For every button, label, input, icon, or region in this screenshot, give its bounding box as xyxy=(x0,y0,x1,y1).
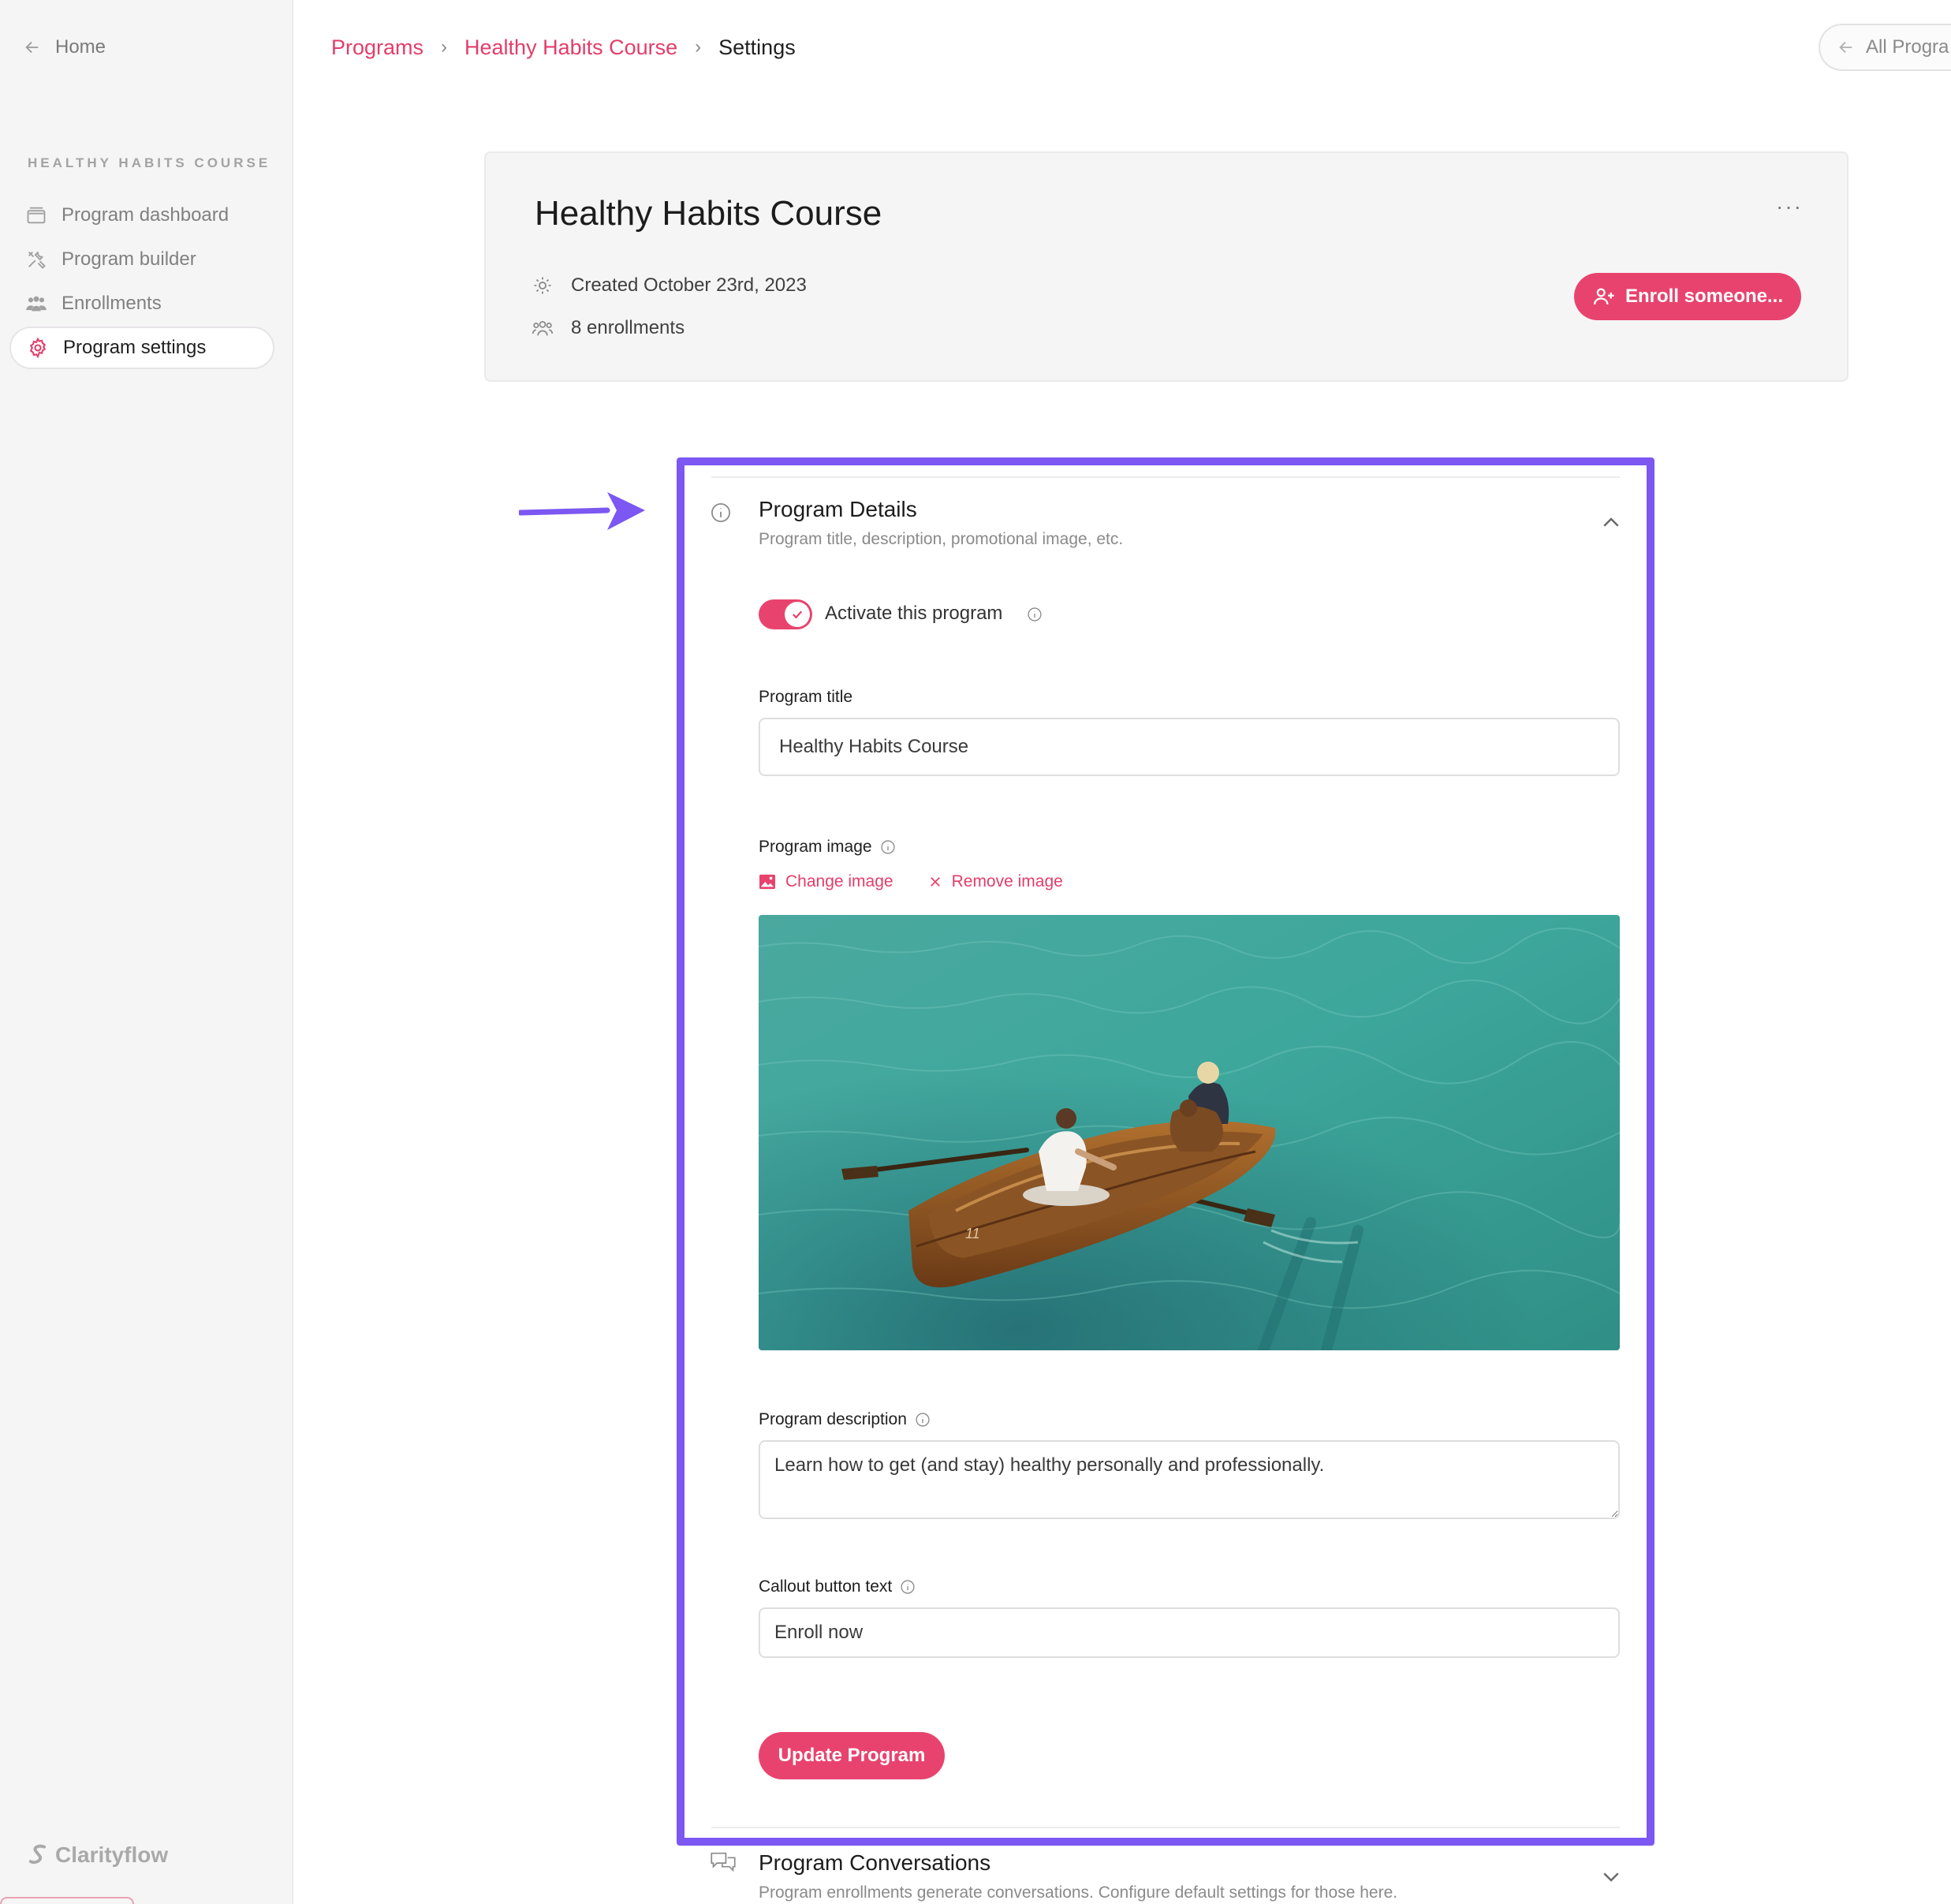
section-divider xyxy=(711,1827,1620,1828)
program-conversations-subtitle: Program enrollments generate conversatio… xyxy=(759,1883,1398,1902)
program-title-label: Program title xyxy=(759,688,852,707)
home-label: Home xyxy=(55,36,106,58)
enrollment-count: 8 enrollments xyxy=(532,317,685,339)
dashboard-icon xyxy=(27,207,46,224)
clarityflow-logo-icon xyxy=(28,1844,47,1865)
sidebar-nav: Program dashboard Program builder Enroll… xyxy=(9,194,274,371)
users-icon xyxy=(532,320,554,336)
breadcrumb: Programs › Healthy Habits Course › Setti… xyxy=(331,30,796,65)
sidebar-item-label: Program settings xyxy=(63,337,207,358)
all-programs-button[interactable]: All Progra xyxy=(1819,24,1951,71)
more-options-button[interactable]: ··· xyxy=(1776,194,1803,219)
sidebar-item-label: Enrollments xyxy=(62,293,162,314)
chevron-up-icon[interactable] xyxy=(1599,511,1623,535)
program-title-input[interactable] xyxy=(759,718,1620,776)
clarityflow-logo[interactable]: Clarityflow xyxy=(27,1842,168,1868)
info-icon[interactable] xyxy=(1027,607,1043,622)
toggle-knob xyxy=(785,602,810,627)
tools-icon xyxy=(28,252,46,269)
chat-bubbles-icon xyxy=(711,1852,736,1872)
update-program-button[interactable]: Update Program xyxy=(759,1732,945,1779)
breadcrumb-course[interactable]: Healthy Habits Course xyxy=(464,35,677,60)
program-details-subtitle: Program title, description, promotional … xyxy=(759,530,1124,548)
arrow-left-icon xyxy=(25,41,39,54)
program-description-label-text: Program description xyxy=(759,1410,907,1428)
sidebar-section-label: HEALTHY HABITS COURSE xyxy=(28,155,271,170)
remove-image-label: Remove image xyxy=(951,872,1063,890)
sidebar-item-label: Program builder xyxy=(62,248,196,270)
section-divider xyxy=(711,476,1620,478)
program-conversations-title: Program Conversations xyxy=(759,1850,991,1875)
arrow-left-icon xyxy=(1839,41,1852,54)
program-image-label-text: Program image xyxy=(759,838,872,856)
program-image-label: Program image xyxy=(759,838,896,857)
sun-icon xyxy=(534,277,551,294)
program-title: Healthy Habits Course xyxy=(535,194,882,233)
created-date: Created October 23rd, 2023 xyxy=(532,274,807,297)
image-icon xyxy=(759,874,775,890)
home-link[interactable]: Home xyxy=(24,32,106,63)
program-description-label: Program description xyxy=(759,1410,931,1429)
created-date-text: Created October 23rd, 2023 xyxy=(571,274,807,296)
check-icon xyxy=(792,610,803,619)
change-image-button[interactable]: Change image xyxy=(759,872,893,891)
info-icon[interactable] xyxy=(915,1412,931,1428)
callout-label-text: Callout button text xyxy=(759,1577,893,1596)
info-icon[interactable] xyxy=(880,839,896,855)
program-summary-card: Healthy Habits Course ··· Created Octobe… xyxy=(484,151,1848,382)
sidebar-item-label: Program dashboard xyxy=(62,204,229,226)
close-icon xyxy=(930,877,940,887)
info-icon[interactable] xyxy=(900,1579,916,1595)
sidebar-item-enrollments[interactable]: Enrollments xyxy=(9,282,274,325)
sidebar-item-program-settings[interactable]: Program settings xyxy=(9,327,274,369)
breadcrumb-separator: › xyxy=(695,36,702,58)
image-actions: Change image Remove image xyxy=(759,872,1063,891)
enrollment-count-text: 8 enrollments xyxy=(571,317,685,338)
user-plus-icon xyxy=(1593,288,1614,305)
info-icon xyxy=(711,503,730,522)
sidebar-item-program-dashboard[interactable]: Program dashboard xyxy=(9,194,274,237)
brand-name: Clarityflow xyxy=(55,1842,169,1867)
callout-button-text-input[interactable] xyxy=(759,1607,1620,1658)
sidebar-bottom-button-edge[interactable] xyxy=(0,1897,134,1904)
program-title-label-text: Program title xyxy=(759,688,853,706)
sidebar-item-program-builder[interactable]: Program builder xyxy=(9,238,274,281)
breadcrumb-current: Settings xyxy=(718,35,796,59)
users-icon xyxy=(26,296,47,312)
activate-program-toggle[interactable] xyxy=(759,599,812,629)
pointer-arrow-icon xyxy=(519,492,645,530)
activate-program-label: Activate this program xyxy=(825,603,1003,624)
breadcrumb-programs[interactable]: Programs xyxy=(331,35,423,60)
enroll-someone-button[interactable]: Enroll someone... xyxy=(1574,273,1801,320)
remove-image-button[interactable]: Remove image xyxy=(928,872,1063,891)
program-details-title: Program Details xyxy=(759,497,917,521)
all-programs-label: All Progra xyxy=(1866,36,1949,58)
sidebar: Home HEALTHY HABITS COURSE Program dashb… xyxy=(0,0,293,1904)
enroll-someone-label: Enroll someone... xyxy=(1625,286,1784,307)
chevron-down-icon[interactable] xyxy=(1599,1865,1623,1888)
gear-icon xyxy=(29,337,47,359)
program-description-textarea[interactable]: Learn how to get (and stay) healthy pers… xyxy=(759,1440,1620,1519)
program-image: 11 xyxy=(759,915,1620,1350)
boat-number: 11 xyxy=(965,1226,980,1241)
callout-button-text-label: Callout button text xyxy=(759,1577,916,1596)
change-image-label: Change image xyxy=(785,872,893,890)
breadcrumb-separator: › xyxy=(441,36,448,58)
